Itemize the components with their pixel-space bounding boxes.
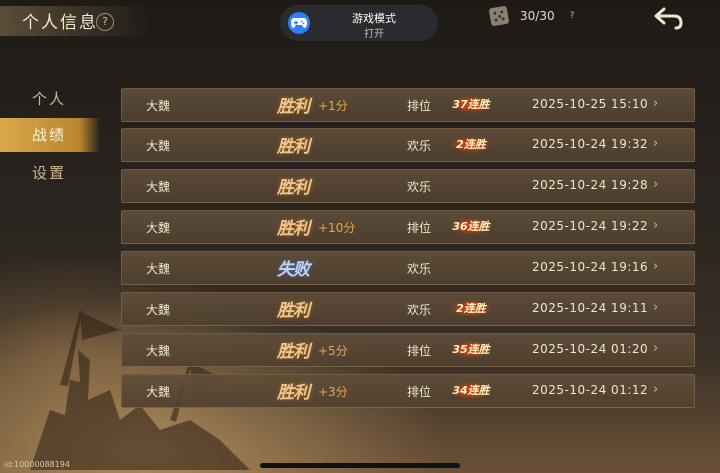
match-time: 2025-10-24 01:20 xyxy=(532,342,649,356)
faction-label: 大魏 xyxy=(146,262,171,276)
chevron-right-icon: › xyxy=(653,177,659,192)
gamepad-icon xyxy=(288,12,310,34)
faction-label: 大魏 xyxy=(146,139,171,153)
win-streak-badge: 2连胜 xyxy=(450,136,492,153)
stamina-counter: 30/30 xyxy=(520,9,555,23)
result-label: 胜利 xyxy=(277,219,310,239)
help-icon[interactable]: ? xyxy=(96,13,114,31)
score-change: +1分 xyxy=(318,99,348,113)
win-streak-badge: 2连胜 xyxy=(450,300,492,317)
match-row[interactable]: 大魏 胜利 +1分 排位 37连胜 2025-10-25 15:10 › xyxy=(121,88,695,122)
faction-label: 大魏 xyxy=(146,385,171,399)
chevron-right-icon: › xyxy=(653,96,659,111)
match-time: 2025-10-24 19:11 xyxy=(532,301,649,315)
chevron-right-icon: › xyxy=(653,341,659,356)
match-time: 2025-10-25 15:10 xyxy=(532,97,649,111)
chevron-right-icon: › xyxy=(653,259,659,274)
match-row[interactable]: 大魏 胜利 +3分 排位 34连胜 2025-10-24 01:12 › xyxy=(121,374,695,408)
tab-personal-label: 个人 xyxy=(32,90,67,108)
header-title-area: 个人信息 ? xyxy=(0,0,160,40)
win-streak-badge: 34连胜 xyxy=(450,382,492,399)
score-change: +3分 xyxy=(318,385,348,399)
tab-record-label: 战绩 xyxy=(32,126,67,144)
win-streak-badge: 36连胜 xyxy=(450,218,492,235)
tab-settings-label: 设置 xyxy=(32,164,67,182)
match-row[interactable]: 大魏 失败 欢乐 2025-10-24 19:16 › xyxy=(121,251,695,285)
faction-label: 大魏 xyxy=(146,180,171,194)
match-time: 2025-10-24 19:16 xyxy=(532,260,649,274)
back-button[interactable] xyxy=(654,6,684,30)
match-time: 2025-10-24 19:22 xyxy=(532,219,649,233)
dice-icon xyxy=(488,5,510,27)
game-mode-label: 排位 xyxy=(407,344,432,358)
page-title: 个人信息 xyxy=(22,13,98,33)
game-mode-label: 排位 xyxy=(407,385,432,399)
match-row[interactable]: 大魏 胜利 欢乐 2连胜 2025-10-24 19:11 › xyxy=(121,292,695,326)
result-label: 胜利 xyxy=(277,301,310,321)
game-mode-label: 排位 xyxy=(407,99,432,113)
faction-label: 大魏 xyxy=(146,344,171,358)
game-mode-label: 欢乐 xyxy=(407,139,432,153)
faction-label: 大魏 xyxy=(146,221,171,235)
tab-personal[interactable]: 个人 xyxy=(0,82,100,116)
win-streak-badge: 35连胜 xyxy=(450,341,492,358)
match-row[interactable]: 大魏 胜利 +5分 排位 35连胜 2025-10-24 01:20 › xyxy=(121,333,695,367)
chevron-right-icon: › xyxy=(653,218,659,233)
win-streak-badge: 37连胜 xyxy=(450,96,492,113)
match-time: 2025-10-24 19:28 xyxy=(532,178,649,192)
chevron-right-icon: › xyxy=(653,300,659,315)
result-label: 胜利 xyxy=(277,97,310,117)
match-row[interactable]: 大魏 胜利 欢乐 2025-10-24 19:28 › xyxy=(121,169,695,203)
game-mode-label: 排位 xyxy=(407,221,432,235)
game-mode-label: 欢乐 xyxy=(407,262,432,276)
home-indicator[interactable] xyxy=(260,463,460,468)
game-mode-toggle[interactable]: 游戏模式 打开 xyxy=(280,5,438,41)
back-arrow-icon xyxy=(654,7,683,30)
result-label: 失败 xyxy=(277,260,310,280)
result-label: 胜利 xyxy=(277,178,310,198)
faction-label: 大魏 xyxy=(146,303,171,317)
tab-settings[interactable]: 设置 xyxy=(0,156,100,190)
score-change: +5分 xyxy=(318,344,348,358)
result-label: 胜利 xyxy=(277,383,310,403)
match-time: 2025-10-24 19:32 xyxy=(532,137,649,151)
chevron-right-icon: › xyxy=(653,382,659,397)
result-label: 胜利 xyxy=(277,137,310,157)
score-change: +10分 xyxy=(318,221,356,235)
game-mode-label: 欢乐 xyxy=(407,303,432,317)
chevron-right-icon: › xyxy=(653,136,659,151)
game-mode-label: 欢乐 xyxy=(407,180,432,194)
game-mode-title: 游戏模式 xyxy=(352,12,396,25)
game-mode-status: 打开 xyxy=(364,29,384,40)
result-label: 胜利 xyxy=(277,342,310,362)
match-row[interactable]: 大魏 胜利 +10分 排位 36连胜 2025-10-24 19:22 › xyxy=(121,210,695,244)
stamina-help-icon[interactable]: ? xyxy=(566,10,578,22)
match-time: 2025-10-24 01:12 xyxy=(532,383,649,397)
faction-label: 大魏 xyxy=(146,99,171,113)
user-id-label: id:10000088194 xyxy=(4,460,70,469)
tab-record[interactable]: 战绩 xyxy=(0,118,100,152)
match-row[interactable]: 大魏 胜利 欢乐 2连胜 2025-10-24 19:32 › xyxy=(121,128,695,162)
